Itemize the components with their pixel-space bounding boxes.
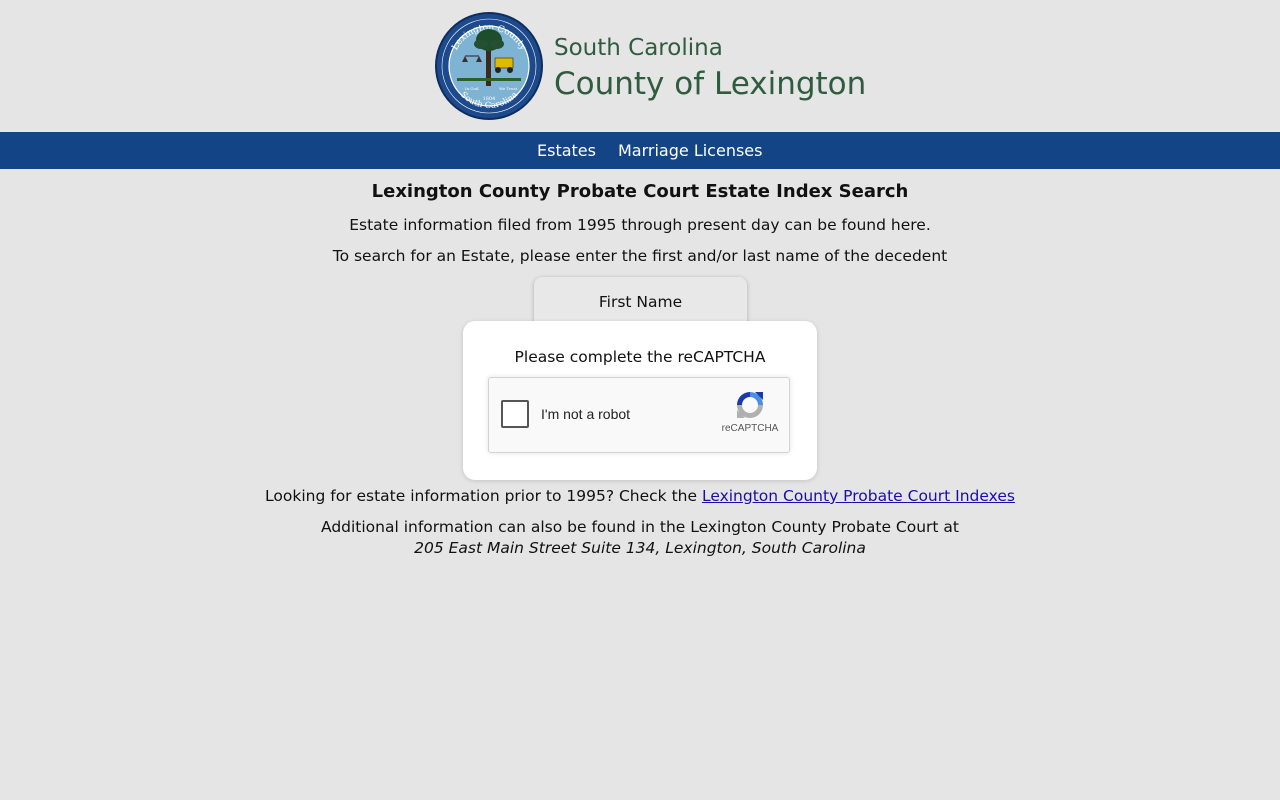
nav-item-marriage-licenses[interactable]: Marriage Licenses (618, 132, 762, 169)
court-address: 205 East Main Street Suite 134, Lexingto… (414, 539, 866, 557)
seal-year: 1804 (483, 96, 496, 102)
seal-motto-left: In God (465, 86, 479, 91)
recaptcha-label: I'm not a robot (541, 406, 631, 422)
site-header: Lexington County South Carolina In God W… (0, 0, 1280, 132)
captcha-prompt: Please complete the reCAPTCHA (514, 348, 766, 366)
header-county: County of Lexington (554, 66, 867, 102)
prior-info-text: Looking for estate information prior to … (265, 487, 702, 505)
additional-info: Additional information can also be found… (320, 518, 960, 536)
header-title-block: South Carolina County of Lexington (554, 34, 866, 104)
recaptcha-logo-icon (737, 392, 763, 418)
probate-indexes-link[interactable]: Lexington County Probate Court Indexes (702, 487, 1015, 505)
instructions-text: To search for an Estate, please enter th… (332, 247, 948, 265)
captcha-dialog: Please complete the reCAPTCHA I'm not a … (463, 321, 817, 480)
recaptcha-brand: reCAPTCHA (721, 423, 779, 434)
recaptcha-checkbox[interactable] (501, 400, 529, 428)
county-seal-logo: Lexington County South Carolina In God W… (435, 12, 543, 120)
nav-item-estates[interactable]: Estates (537, 132, 596, 169)
intro-text: Estate information filed from 1995 throu… (349, 216, 931, 234)
prior-info: Looking for estate information prior to … (0, 485, 1280, 507)
header-state: South Carolina (554, 35, 723, 61)
seal-motto-right: We Trust (499, 86, 518, 91)
recaptcha-widget: I'm not a robot reCAPTCHA (488, 377, 790, 453)
main-nav: Estates Marriage Licenses (0, 132, 1280, 169)
page-title: Lexington County Probate Court Estate In… (371, 181, 909, 202)
